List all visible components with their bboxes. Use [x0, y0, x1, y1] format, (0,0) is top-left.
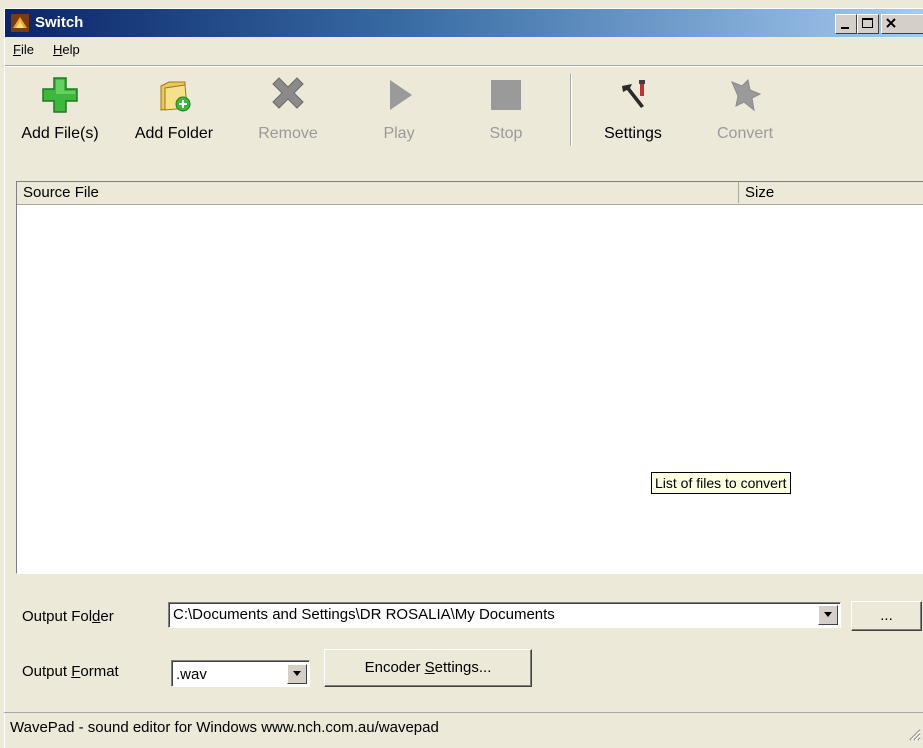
output-folder-label: Output Folder: [22, 608, 114, 625]
resize-grip-icon[interactable]: [907, 727, 921, 741]
stop-icon: [491, 80, 521, 110]
convert-label: Convert: [716, 125, 774, 142]
convert-button[interactable]: Convert: [695, 66, 795, 150]
remove-label: Remove: [258, 125, 318, 142]
toolbar: Add File(s) Add Folder Remove Play Stop …: [5, 65, 923, 150]
play-icon: [390, 80, 412, 110]
output-folder-dropdown-button[interactable]: [818, 605, 838, 625]
close-icon: [886, 18, 896, 28]
play-label: Play: [383, 125, 415, 142]
stop-label: Stop: [489, 125, 523, 142]
menu-bar: File Help: [5, 39, 923, 61]
switch-app-icon: [11, 14, 29, 32]
file-list-tooltip: List of files to convert: [651, 472, 791, 494]
add-plus-icon: [42, 77, 78, 113]
minimize-button[interactable]: [835, 14, 857, 34]
remove-button[interactable]: Remove: [238, 66, 338, 150]
minimize-icon: [841, 27, 849, 29]
status-bar: WavePad - sound editor for Windows www.n…: [4, 712, 923, 743]
settings-button[interactable]: Settings: [583, 66, 683, 150]
stop-button[interactable]: Stop: [461, 66, 551, 150]
output-format-dropdown-button[interactable]: [287, 664, 307, 684]
close-button[interactable]: [881, 14, 923, 34]
add-folder-label: Add Folder: [134, 125, 214, 142]
toolbar-separator: [570, 74, 571, 146]
add-files-label: Add File(s): [21, 125, 99, 142]
encoder-settings-button[interactable]: Encoder Settings...: [324, 649, 532, 687]
menu-file[interactable]: File: [13, 42, 34, 57]
title-bar[interactable]: Switch: [5, 9, 923, 37]
chevron-down-icon: [293, 671, 301, 676]
add-folder-button[interactable]: Add Folder: [119, 66, 229, 150]
chevron-down-icon: [824, 612, 832, 617]
column-source-file[interactable]: Source File: [17, 182, 739, 203]
output-folder-value: C:\Documents and Settings\DR ROSALIA\My …: [173, 606, 555, 623]
output-format-combo[interactable]: .wav: [171, 660, 310, 687]
maximize-button[interactable]: [857, 14, 879, 34]
status-text: WavePad - sound editor for Windows www.n…: [10, 719, 439, 736]
file-list-header: Source File Size: [17, 182, 923, 205]
output-format-value: .wav: [176, 666, 207, 683]
menu-help[interactable]: Help: [53, 42, 80, 57]
browse-folder-button[interactable]: ...: [851, 601, 922, 631]
output-format-label: Output Format: [22, 663, 119, 680]
convert-icon: [731, 78, 762, 112]
tools-icon: [622, 80, 645, 108]
app-window: Switch File Help Add File(s) Add Folder …: [4, 8, 923, 748]
settings-label: Settings: [604, 125, 662, 142]
output-folder-combo[interactable]: C:\Documents and Settings\DR ROSALIA\My …: [168, 602, 841, 628]
add-files-button[interactable]: Add File(s): [5, 66, 115, 150]
play-button[interactable]: Play: [354, 66, 444, 150]
window-title: Switch: [35, 14, 84, 31]
add-folder-icon: [160, 81, 191, 112]
file-list[interactable]: Source File Size: [16, 181, 923, 574]
column-size[interactable]: Size: [739, 182, 923, 203]
maximize-icon: [862, 18, 873, 28]
remove-x-icon: [272, 77, 304, 109]
